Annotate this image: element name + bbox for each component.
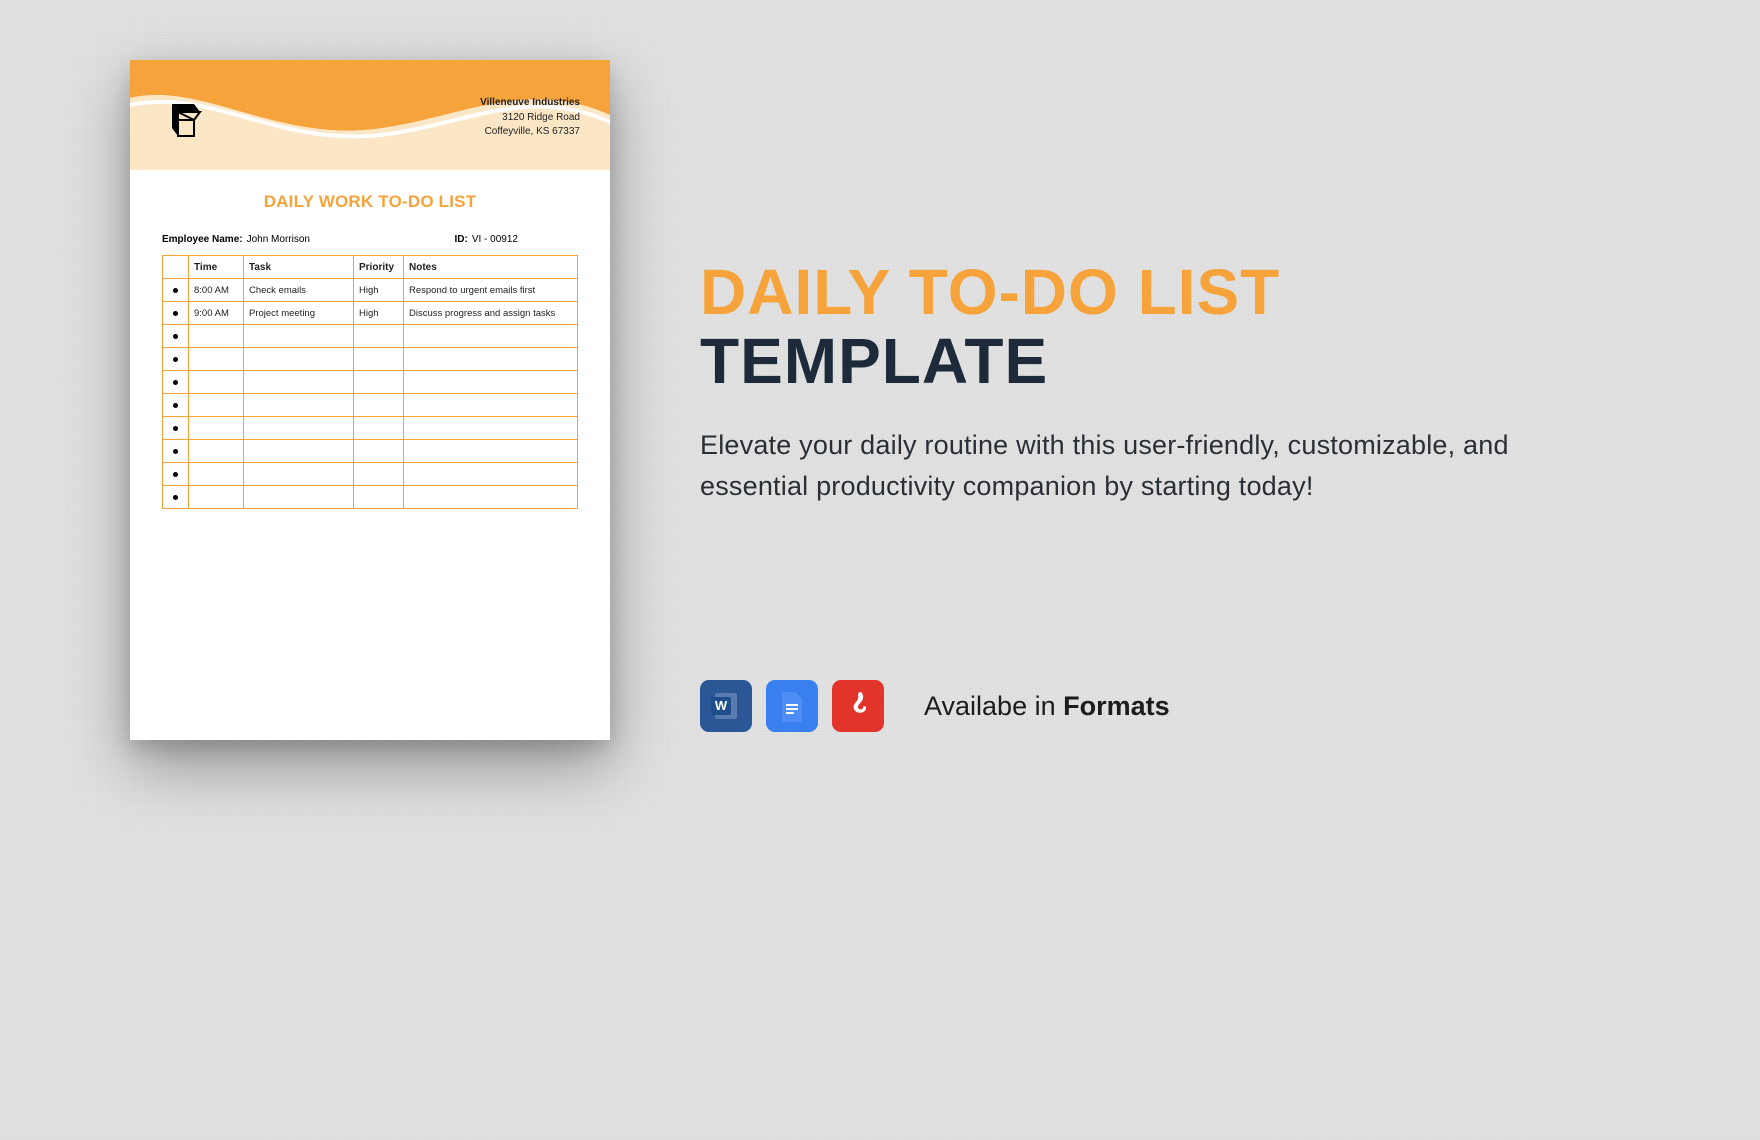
row-time — [189, 325, 244, 347]
document-page: Villeneuve Industries 3120 Ridge Road Co… — [130, 60, 610, 740]
svg-text:W: W — [715, 698, 728, 713]
table-header-row: Time Task Priority Notes — [163, 256, 577, 279]
row-time — [189, 486, 244, 508]
company-address-line2: Coffeyville, KS 67337 — [480, 125, 580, 140]
row-priority — [354, 325, 404, 347]
row-priority — [354, 417, 404, 439]
promo-heading-line2: TEMPLATE — [700, 328, 1620, 395]
table-row — [163, 417, 577, 440]
table-row — [163, 348, 577, 371]
row-notes — [404, 394, 577, 416]
col-task: Task — [244, 256, 354, 278]
table-row — [163, 486, 577, 509]
row-task — [244, 325, 354, 347]
row-time — [189, 348, 244, 370]
row-bullet — [163, 302, 189, 324]
row-time — [189, 440, 244, 462]
word-icon: W — [700, 680, 752, 732]
row-notes — [404, 486, 577, 508]
row-notes — [404, 417, 577, 439]
row-notes — [404, 325, 577, 347]
row-task: Check emails — [244, 279, 354, 301]
table-row: 8:00 AMCheck emailsHighRespond to urgent… — [163, 279, 577, 302]
row-notes — [404, 371, 577, 393]
row-task — [244, 463, 354, 485]
employee-name-value: John Morrison — [247, 234, 310, 245]
row-priority: High — [354, 279, 404, 301]
formats-label: Availabe in Formats — [924, 691, 1170, 722]
table-row — [163, 325, 577, 348]
col-priority: Priority — [354, 256, 404, 278]
row-bullet — [163, 440, 189, 462]
row-task — [244, 394, 354, 416]
row-time — [189, 394, 244, 416]
row-notes: Respond to urgent emails first — [404, 279, 577, 301]
row-bullet — [163, 394, 189, 416]
row-notes — [404, 440, 577, 462]
row-time: 9:00 AM — [189, 302, 244, 324]
row-task — [244, 371, 354, 393]
row-task — [244, 417, 354, 439]
employee-id-value: VI - 00912 — [472, 234, 518, 245]
pdf-icon — [832, 680, 884, 732]
employee-id-label: ID: — [455, 234, 468, 245]
row-bullet — [163, 325, 189, 347]
col-notes: Notes — [404, 256, 577, 278]
row-priority — [354, 486, 404, 508]
row-priority — [354, 440, 404, 462]
table-row — [163, 394, 577, 417]
row-priority — [354, 348, 404, 370]
promo-block: DAILY TO-DO LIST TEMPLATE Elevate your d… — [700, 260, 1620, 506]
row-bullet — [163, 417, 189, 439]
table-row — [163, 371, 577, 394]
promo-description: Elevate your daily routine with this use… — [700, 425, 1520, 506]
row-bullet — [163, 463, 189, 485]
col-bullet — [163, 256, 189, 278]
row-priority — [354, 463, 404, 485]
row-priority — [354, 394, 404, 416]
col-time: Time — [189, 256, 244, 278]
document-title: DAILY WORK TO-DO LIST — [130, 192, 610, 212]
row-bullet — [163, 279, 189, 301]
company-address-line1: 3120 Ridge Road — [480, 111, 580, 126]
employee-meta-row: Employee Name: John Morrison ID: VI - 00… — [130, 234, 610, 245]
table-row: 9:00 AMProject meetingHighDiscuss progre… — [163, 302, 577, 325]
row-time: 8:00 AM — [189, 279, 244, 301]
row-priority — [354, 371, 404, 393]
row-notes — [404, 348, 577, 370]
formats-row: W Availabe in Formats — [700, 680, 1170, 732]
row-bullet — [163, 348, 189, 370]
company-logo — [160, 98, 204, 142]
table-row — [163, 463, 577, 486]
row-time — [189, 417, 244, 439]
page-header: Villeneuve Industries 3120 Ridge Road Co… — [130, 60, 610, 170]
row-bullet — [163, 486, 189, 508]
employee-name-label: Employee Name: — [162, 234, 243, 245]
row-time — [189, 371, 244, 393]
row-task: Project meeting — [244, 302, 354, 324]
row-task — [244, 486, 354, 508]
google-docs-icon — [766, 680, 818, 732]
row-notes: Discuss progress and assign tasks — [404, 302, 577, 324]
company-address-block: Villeneuve Industries 3120 Ridge Road Co… — [480, 96, 580, 140]
row-task — [244, 440, 354, 462]
todo-table: Time Task Priority Notes 8:00 AMCheck em… — [162, 255, 578, 509]
row-time — [189, 463, 244, 485]
formats-bold: Formats — [1063, 691, 1170, 721]
row-bullet — [163, 371, 189, 393]
promo-heading-line1: DAILY TO-DO LIST — [700, 260, 1620, 324]
formats-prefix: Availabe in — [924, 691, 1063, 721]
row-notes — [404, 463, 577, 485]
table-row — [163, 440, 577, 463]
company-name: Villeneuve Industries — [480, 96, 580, 111]
row-priority: High — [354, 302, 404, 324]
row-task — [244, 348, 354, 370]
